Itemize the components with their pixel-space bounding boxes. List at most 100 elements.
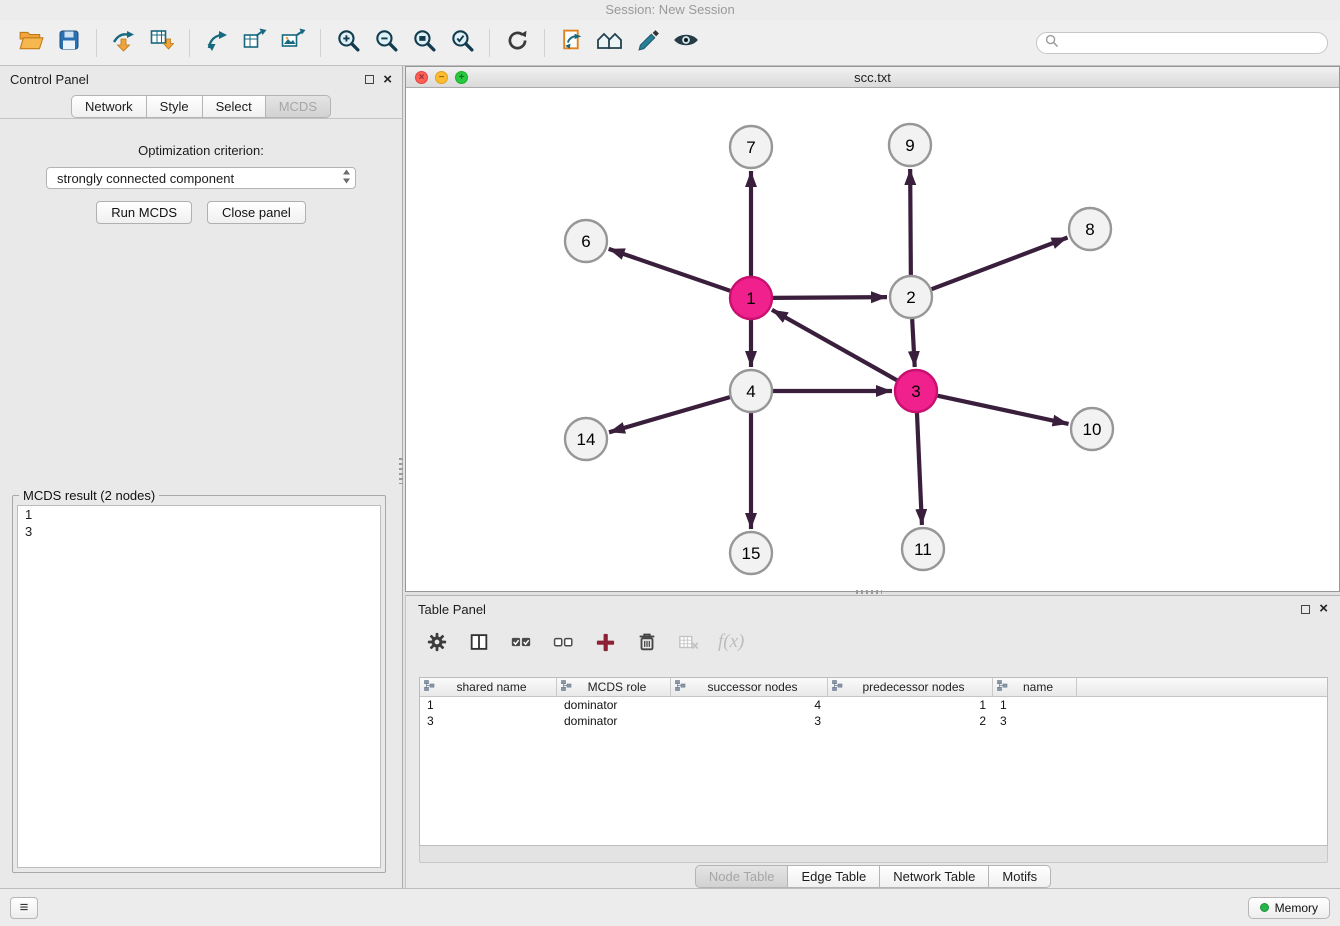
table-tab-network-table[interactable]: Network Table [880,865,989,888]
select-all-button[interactable] [508,629,534,655]
graph-edge-4-14[interactable] [609,397,730,432]
graph-edge-1-6[interactable] [609,249,731,291]
import-table-icon [149,27,175,58]
table-tab-edge-table[interactable]: Edge Table [788,865,880,888]
column-attribute-icon [675,680,686,694]
node-table: shared nameMCDS rolesuccessor nodesprede… [419,677,1328,846]
table-cell[interactable]: 4 [671,698,828,712]
paintbrush-icon [636,28,661,58]
mcds-result-item[interactable]: 3 [18,523,380,540]
mcds-result-list: 13 [17,505,381,868]
graph-node-label-14: 14 [577,430,596,449]
table-settings-button[interactable] [424,629,450,655]
export-table-button[interactable] [236,24,274,62]
clone-network-button[interactable] [553,24,591,62]
horizontal-splitter-handle[interactable] [856,590,882,594]
table-cell[interactable]: 2 [828,714,993,728]
toolbar-separator [320,29,321,57]
add-column-button[interactable] [592,629,618,655]
float-control-panel-button[interactable] [365,75,374,84]
search-box [1036,32,1328,54]
graph-node-label-9: 9 [905,136,914,155]
task-history-button[interactable]: ≡ [10,897,38,919]
zoom-selected-button[interactable] [443,24,481,62]
graph-node-label-15: 15 [742,544,761,563]
column-header-label: shared name [435,680,556,694]
mcds-result-item[interactable]: 1 [18,506,380,523]
graph-edge-2-3[interactable] [912,319,915,367]
deselect-all-button[interactable] [550,629,576,655]
close-table-panel-icon-button[interactable]: × [1319,604,1328,614]
style-brush-button[interactable] [629,24,667,62]
refresh-button[interactable] [498,24,536,62]
table-cell[interactable]: 1 [828,698,993,712]
table-cell[interactable]: 1 [420,698,557,712]
close-panel-button[interactable]: Close panel [207,201,306,224]
tab-mcds[interactable]: MCDS [266,95,331,118]
table-horizontal-scrollbar[interactable] [419,846,1328,863]
export-table-icon [242,27,268,58]
column-header-MCDS-role[interactable]: MCDS role [557,678,671,696]
tab-network[interactable]: Network [71,95,147,118]
close-control-panel-icon-button[interactable]: × [383,75,392,85]
graph-edge-2-9[interactable] [910,169,911,275]
show-details-button[interactable] [667,24,705,62]
search-input[interactable] [1063,36,1319,50]
zoom-selected-icon [450,28,475,58]
column-header-name[interactable]: name [993,678,1077,696]
minimize-window-button[interactable]: − [435,71,448,84]
graph-edge-2-8[interactable] [932,238,1068,290]
table-row[interactable]: 1dominator411 [420,697,1327,713]
export-image-button[interactable] [274,24,312,62]
column-header-predecessor-nodes[interactable]: predecessor nodes [828,678,993,696]
float-table-panel-button[interactable] [1301,605,1310,614]
show-columns-button[interactable] [466,629,492,655]
column-header-shared-name[interactable]: shared name [420,678,557,696]
graph-edge-3-11[interactable] [917,413,922,525]
table-tab-motifs[interactable]: Motifs [989,865,1051,888]
table-cell[interactable]: 3 [993,714,1077,728]
list-icon: ≡ [20,899,29,916]
delete-column-button[interactable] [634,629,660,655]
graph-edge-1-2[interactable] [773,297,887,298]
table-cell[interactable]: 3 [420,714,557,728]
zoom-out-button[interactable] [367,24,405,62]
graph-edge-3-1[interactable] [772,310,897,380]
vertical-splitter-handle[interactable] [399,458,403,484]
tab-select[interactable]: Select [203,95,266,118]
close-window-button[interactable]: × [415,71,428,84]
memory-button[interactable]: Memory [1248,897,1330,919]
optimization-criterion-select[interactable]: strongly connected component [46,167,356,189]
network-graph[interactable]: 7968124314101511 [406,88,1339,591]
control-panel-tabs: NetworkStyleSelectMCDS [0,95,402,118]
table-panel-header: Table Panel × [406,596,1340,622]
control-panel-tabbar: NetworkStyleSelectMCDS [0,93,402,119]
graph-node-label-1: 1 [746,289,755,308]
table-row[interactable]: 3dominator323 [420,713,1327,729]
home-button[interactable] [591,24,629,62]
zoom-in-button[interactable] [329,24,367,62]
zoom-out-icon [374,28,399,58]
maximize-window-button[interactable]: + [455,71,468,84]
import-network-button[interactable] [105,24,143,62]
zoom-fit-button[interactable] [405,24,443,62]
save-session-button[interactable] [50,24,88,62]
table-cell[interactable]: dominator [557,698,671,712]
graph-node-label-2: 2 [906,288,915,307]
table-cell[interactable]: dominator [557,714,671,728]
graph-edge-3-10[interactable] [938,396,1069,424]
table-cell[interactable]: 3 [671,714,828,728]
column-header-successor-nodes[interactable]: successor nodes [671,678,828,696]
table-toolbar: f(x) [406,622,1340,662]
table-header-row: shared nameMCDS rolesuccessor nodesprede… [420,678,1327,697]
run-mcds-button[interactable]: Run MCDS [96,201,192,224]
table-cell[interactable]: 1 [993,698,1077,712]
memory-status-dot-icon [1260,903,1269,912]
export-network-button[interactable] [198,24,236,62]
open-file-button[interactable] [12,24,50,62]
home-icon [596,28,624,57]
import-table-button[interactable] [143,24,181,62]
tab-style[interactable]: Style [147,95,203,118]
column-attribute-icon [832,680,843,694]
table-tab-node-table[interactable]: Node Table [695,865,789,888]
